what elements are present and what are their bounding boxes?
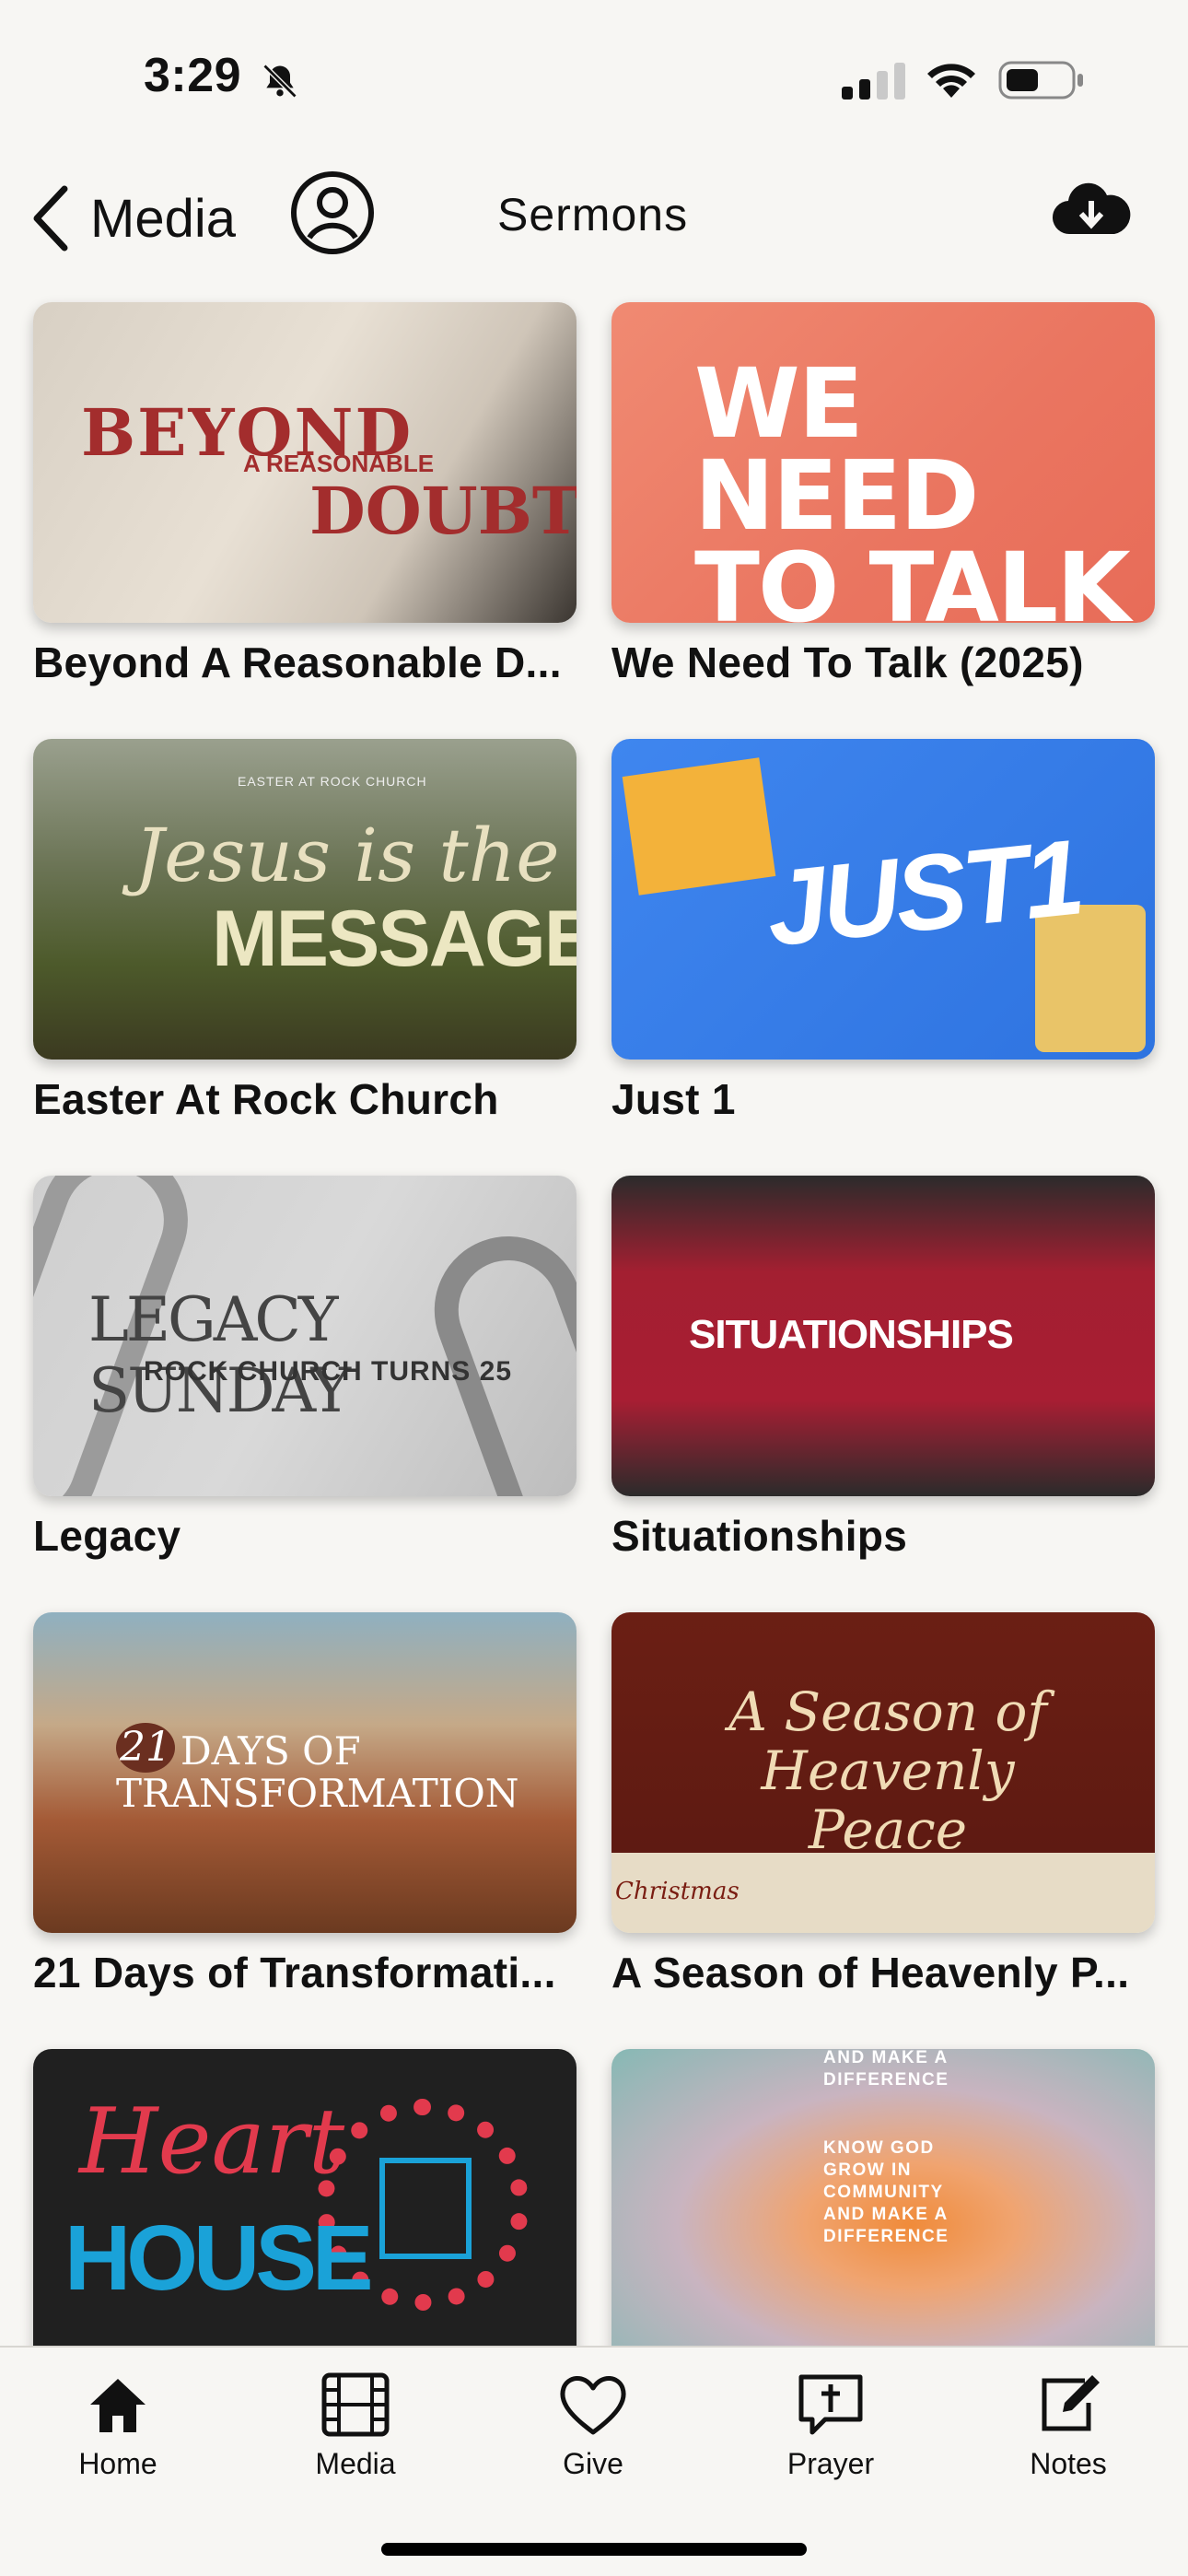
- sermon-thumbnail: SITUATIONSHIPS: [611, 1176, 1155, 1496]
- thumbnail-text: TRANSFORMATION: [116, 1771, 519, 1816]
- wifi-icon: [927, 64, 975, 98]
- thumbnail-text: 21: [116, 1723, 175, 1773]
- tab-give[interactable]: Give: [519, 2370, 667, 2481]
- sermon-card[interactable]: WE NEED TO TALK We Need To Talk (2025): [611, 302, 1155, 687]
- photo-cutout: [622, 757, 776, 896]
- thumbnail-text: A Season of Heavenly Peace: [728, 1680, 1047, 1861]
- sermon-card[interactable]: 21 DAYS OF TRANSFORMATION 21 Days of Tra…: [33, 1612, 577, 1997]
- tab-home[interactable]: Home: [44, 2370, 192, 2481]
- sermon-thumbnail: BEYOND A REASONABLE DOUBT: [33, 302, 577, 623]
- sermon-card[interactable]: SITUATIONSHIPS Situationships: [611, 1176, 1155, 1561]
- tab-label: Prayer: [786, 2447, 875, 2480]
- signal-icon: [842, 63, 905, 100]
- thumbnail-text: Heart: [79, 2090, 345, 2195]
- heart-icon: [560, 2376, 626, 2435]
- thumbnail-text: AND MAKE A DIFFERENCE: [823, 2049, 949, 2090]
- bell-slash-icon: [262, 64, 297, 99]
- thumbnail-text: KNOW GOD GROW IN COMMUNITY AND MAKE A DI…: [823, 2138, 949, 2246]
- profile-icon[interactable]: [289, 170, 376, 256]
- tab-media[interactable]: Media: [282, 2370, 429, 2481]
- tab-label: Give: [563, 2447, 623, 2480]
- sermon-title: 21 Days of Transformati...: [33, 1949, 556, 1996]
- sermon-title: A Season of Heavenly P...: [611, 1949, 1130, 1996]
- sermon-thumbnail: Heart HOUSE: [33, 2049, 577, 2370]
- tab-notes[interactable]: Notes: [995, 2370, 1142, 2481]
- prayer-icon: [798, 2374, 863, 2435]
- sermon-card[interactable]: A Season of Heavenly Peace Christmas A S…: [611, 1612, 1155, 1997]
- thumbnail-text: MESSAGE: [212, 895, 577, 983]
- thumbnail-text: DAYS OF: [181, 1728, 361, 1774]
- tab-prayer[interactable]: Prayer: [757, 2370, 904, 2481]
- thumbnail-text: LEGACY SUNDAY: [88, 1284, 351, 1426]
- header: Media Sermons: [0, 157, 1188, 304]
- status-bar: 3:29: [0, 0, 1188, 157]
- page-title: Sermons: [497, 189, 689, 240]
- sermon-thumbnail: JUST1: [611, 739, 1155, 1060]
- sermon-title: Just 1: [611, 1075, 736, 1123]
- home-icon: [90, 2379, 146, 2432]
- thumbnail-text: HOUSE: [64, 2207, 374, 2310]
- sermon-title: Beyond A Reasonable D...: [33, 638, 562, 686]
- thumbnail-text: DOUBT: [309, 473, 577, 549]
- cloud-download-icon[interactable]: [1052, 177, 1131, 243]
- back-label: Media: [90, 188, 236, 249]
- thumbnail-text: ROCK CHURCH TURNS 25: [144, 1356, 513, 1387]
- sermon-thumbnail: AND MAKE A DIFFERENCE KNOW GOD GROW IN C…: [611, 2049, 1155, 2370]
- sermon-card[interactable]: BEYOND A REASONABLE DOUBT Beyond A Reaso…: [33, 302, 577, 687]
- tab-label: Media: [315, 2447, 396, 2480]
- home-indicator: [381, 2543, 807, 2556]
- battery-icon: [998, 61, 1083, 100]
- sermon-card[interactable]: AND MAKE A DIFFERENCE KNOW GOD GROW IN C…: [611, 2049, 1155, 2384]
- sermon-thumbnail: EASTER AT ROCK CHURCH Jesus is the MESSA…: [33, 739, 577, 1060]
- sermon-title: Situationships: [611, 1512, 908, 1560]
- sermon-card[interactable]: Heart HOUSE: [33, 2049, 577, 2384]
- film-icon: [321, 2372, 390, 2437]
- thumbnail-text: Christmas: [615, 1878, 740, 1905]
- sermon-thumbnail: WE NEED TO TALK: [611, 302, 1155, 623]
- sermon-thumbnail: 21 DAYS OF TRANSFORMATION: [33, 1612, 577, 1933]
- thumbnail-text: SITUATIONSHIPS: [689, 1312, 1014, 1357]
- church-icon: [379, 2158, 472, 2259]
- tab-bar: Home Media Give Prayer Notes: [0, 2346, 1188, 2576]
- sermon-thumbnail: LEGACY SUNDAY ROCK CHURCH TURNS 25: [33, 1176, 577, 1496]
- thumbnail-text: WE NEED TO TALK: [694, 347, 1131, 623]
- thumbnail-text: Jesus is the: [134, 813, 560, 898]
- sermon-card[interactable]: EASTER AT ROCK CHURCH Jesus is the MESSA…: [33, 739, 577, 1124]
- thumbnail-text: EASTER AT ROCK CHURCH: [238, 774, 427, 789]
- chevron-left-icon: [33, 185, 68, 252]
- sermon-card[interactable]: JUST1 Just 1: [611, 739, 1155, 1124]
- sermon-title: Easter At Rock Church: [33, 1075, 499, 1123]
- status-time: 3:29: [144, 49, 242, 102]
- sermon-title: Legacy: [33, 1512, 181, 1560]
- tab-label: Home: [78, 2447, 157, 2480]
- sermon-thumbnail: A Season of Heavenly Peace Christmas: [611, 1612, 1155, 1933]
- back-button[interactable]: Media: [28, 168, 236, 269]
- tab-label: Notes: [1030, 2447, 1107, 2480]
- notes-icon: [1042, 2375, 1100, 2431]
- sermon-title: We Need To Talk (2025): [611, 638, 1084, 686]
- sermon-card[interactable]: LEGACY SUNDAY ROCK CHURCH TURNS 25 Legac…: [33, 1176, 577, 1561]
